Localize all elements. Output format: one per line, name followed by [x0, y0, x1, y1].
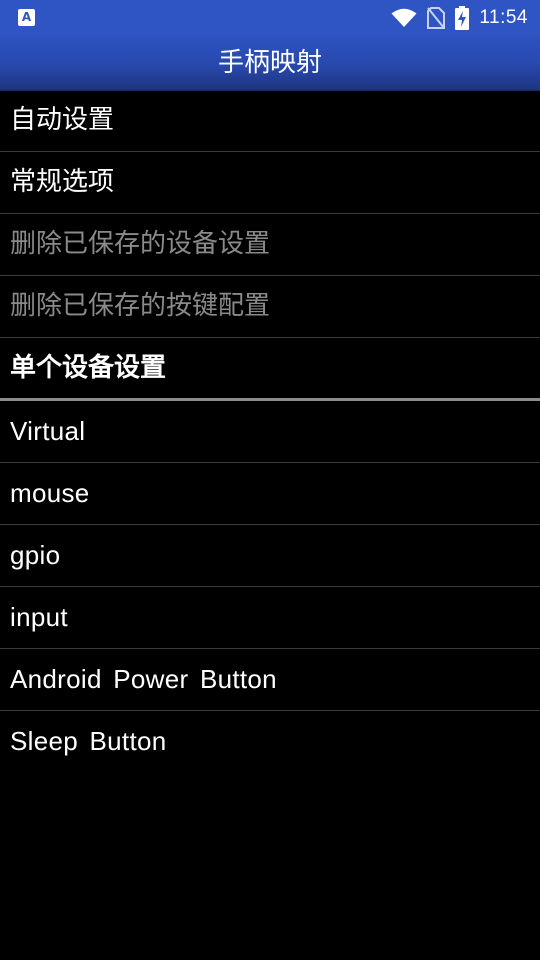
device-item-android-power-button[interactable]: Android Power Button [0, 649, 540, 711]
device-item-label: input [10, 602, 68, 632]
section-header-label: 单个设备设置 [10, 353, 167, 383]
device-item-label: Android Power Button [10, 664, 277, 694]
device-item-mouse[interactable]: mouse [0, 463, 540, 525]
menu-item-label: 自动设置 [10, 105, 115, 135]
device-item-input[interactable]: input [0, 587, 540, 649]
device-item-label: mouse [10, 478, 90, 508]
device-item-virtual[interactable]: Virtual [0, 401, 540, 463]
page-title: 手柄映射 [217, 48, 322, 78]
menu-item-auto-setup[interactable]: 自动设置 [0, 90, 540, 152]
section-header-device-settings: 单个设备设置 [0, 338, 540, 401]
device-item-label: Sleep Button [10, 726, 167, 756]
menu-item-label: 常规选项 [10, 167, 115, 197]
menu-item-label: 删除已保存的设备设置 [10, 229, 271, 259]
device-item-gpio[interactable]: gpio [0, 525, 540, 587]
title-bar: 手柄映射 [0, 36, 540, 91]
device-item-label: gpio [10, 540, 61, 570]
menu-item-delete-device-settings: 删除已保存的设备设置 [0, 214, 540, 276]
status-time: 11:54 [479, 7, 528, 28]
battery-charging-icon [455, 6, 470, 30]
status-bar: A 11:54 [0, 0, 540, 36]
device-item-label: Virtual [10, 416, 86, 446]
no-sim-icon [427, 7, 446, 29]
menu-item-general-options[interactable]: 常规选项 [0, 152, 540, 214]
settings-list: 自动设置 常规选项 删除已保存的设备设置 删除已保存的按键配置 单个设备设置 V… [0, 90, 540, 772]
app-notification-icon: A [18, 9, 35, 26]
status-icons: 11:54 [391, 0, 528, 36]
device-item-sleep-button[interactable]: Sleep Button [0, 711, 540, 772]
menu-item-label: 删除已保存的按键配置 [10, 291, 271, 321]
menu-item-delete-key-config: 删除已保存的按键配置 [0, 276, 540, 338]
wifi-icon [391, 8, 417, 28]
